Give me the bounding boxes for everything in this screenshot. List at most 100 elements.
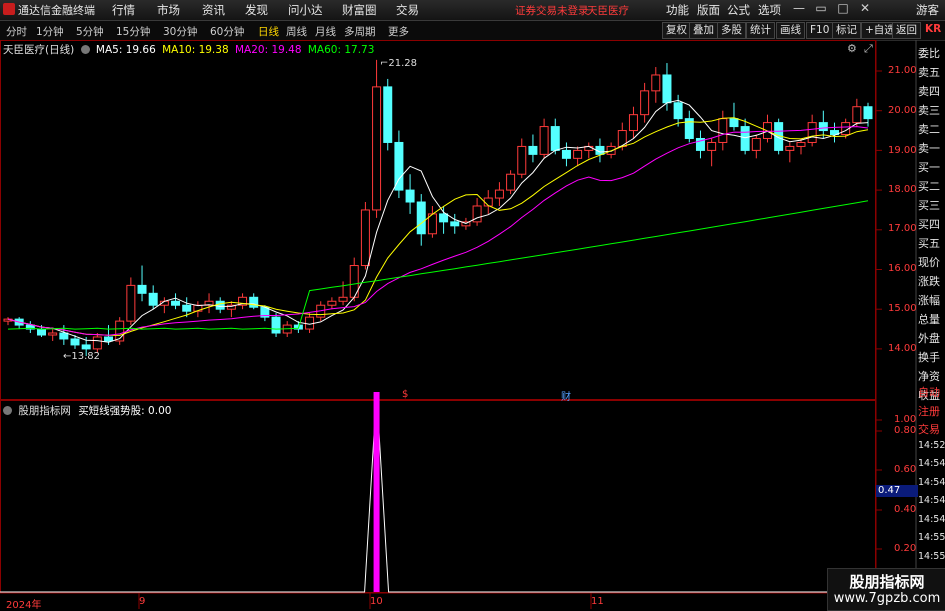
period-fenshi[interactable]: 分时 <box>6 24 27 39</box>
tool-biaoji[interactable]: 标记 <box>832 22 861 39</box>
title-bar: 通达信金融终端 行情 市场 资讯 发现 问小达 财富圈 交易 证券交易未登录 天… <box>0 0 945 21</box>
indicator-settings-dot-icon[interactable] <box>3 406 12 415</box>
menu-zixun[interactable]: 资讯 <box>202 2 225 18</box>
candle-body <box>416 201 426 235</box>
period-daily[interactable]: 日线 <box>258 24 279 39</box>
candle-body <box>651 74 661 92</box>
date-label-9: 9 <box>139 596 146 607</box>
candle-body <box>595 145 605 155</box>
indicator-tick-label: 1.00 <box>894 414 917 425</box>
candle-body <box>829 130 839 136</box>
stock-title: 天臣医疗(日线) <box>3 44 75 56</box>
price-tick-label: 16.00 <box>888 263 917 274</box>
candle-body <box>617 130 627 147</box>
candle-body <box>640 90 650 116</box>
menu-caifuquan[interactable]: 财富圈 <box>342 2 377 18</box>
chart-settings-icon[interactable]: ⚙ <box>847 42 857 55</box>
quote-field-label: 换手 <box>918 351 940 364</box>
period-30min[interactable]: 30分钟 <box>163 24 197 39</box>
ma10-label: MA10: 19.38 <box>162 44 229 56</box>
menu-jiaoyi[interactable]: 交易 <box>396 2 419 18</box>
candle-body <box>394 141 404 191</box>
indicator-tick-label: 0.80 <box>894 425 917 436</box>
indicator-tick-label: 0.20 <box>894 543 917 554</box>
tool-duogu[interactable]: 多股 <box>717 22 746 39</box>
indicator-signal-bar <box>373 392 380 592</box>
candle-body <box>59 332 69 340</box>
menu-hangqing[interactable]: 行情 <box>112 2 135 18</box>
high-price-annotation: ⌐21.28 <box>380 58 418 69</box>
restore-icon[interactable]: ▭ <box>812 1 830 15</box>
quote-field-label: 买三 <box>918 199 940 212</box>
candle-body <box>182 304 192 312</box>
menu-gongneng[interactable]: 功能 <box>666 2 689 18</box>
current-stock-name: 天臣医疗 <box>587 5 629 17</box>
candle-body <box>528 145 538 155</box>
menu-wenxiaoda[interactable]: 问小达 <box>288 2 323 18</box>
low-price-annotation: ←13.82 <box>63 351 101 362</box>
side-panel-label[interactable]: 自动 <box>918 384 945 400</box>
guest-user[interactable]: 游客 <box>916 2 939 18</box>
event-marker-s[interactable]: $ <box>402 389 408 400</box>
menu-gongshi[interactable]: 公式 <box>727 2 750 18</box>
candle-body <box>506 173 516 191</box>
candle-body <box>338 296 348 302</box>
price-tick-label: 21.00 <box>888 65 917 76</box>
tool-huaxian[interactable]: 画线 <box>776 22 805 39</box>
tool-f10[interactable]: F10 <box>806 22 834 39</box>
candle-body <box>37 328 47 336</box>
candle-body <box>707 141 717 151</box>
menu-faxian[interactable]: 发现 <box>245 2 268 18</box>
period-more[interactable]: 更多 <box>388 24 409 39</box>
login-status: 证券交易未登录 <box>515 5 589 17</box>
date-label-11: 11 <box>591 596 604 607</box>
period-1min[interactable]: 1分钟 <box>36 24 64 39</box>
candle-body <box>606 145 616 155</box>
tick-time-label: 14:55 <box>918 532 945 543</box>
close-icon[interactable]: ✕ <box>856 1 874 15</box>
side-panel-label[interactable]: 交易 <box>918 421 945 437</box>
indicator-legend: 股朋指标网 买短线强势股: 0.00 <box>3 403 171 418</box>
tick-time-label: 14:54 <box>918 513 945 525</box>
quote-field-label: 涨幅 <box>918 294 940 307</box>
period-60min[interactable]: 60分钟 <box>210 24 244 39</box>
candle-body <box>841 122 851 136</box>
candle-body <box>762 122 772 139</box>
period-5min[interactable]: 5分钟 <box>76 24 104 39</box>
candle-body <box>193 304 203 312</box>
period-weekly[interactable]: 周线 <box>286 24 307 39</box>
candle-body <box>494 189 504 199</box>
price-tick-label: 19.00 <box>888 145 917 156</box>
event-marker-cai[interactable]: 财 <box>561 388 571 403</box>
menu-banmian[interactable]: 版面 <box>697 2 720 18</box>
candle-body <box>796 141 806 147</box>
candle-body <box>695 137 705 151</box>
candle-body <box>215 300 225 310</box>
tool-diejia[interactable]: 叠加 <box>689 22 718 39</box>
price-tick-label: 18.00 <box>888 184 917 195</box>
period-monthly[interactable]: 月线 <box>315 24 336 39</box>
chart-expand-icon[interactable]: ⤢ <box>864 42 873 56</box>
side-panel-label[interactable]: 注册 <box>918 403 945 419</box>
candle-body <box>293 324 303 330</box>
tick-time-label: 14:52 <box>918 439 945 451</box>
quote-field-label: 卖五 <box>918 66 940 79</box>
price-tick-label: 14.00 <box>888 343 917 354</box>
minimize-icon[interactable]: — <box>790 1 808 15</box>
price-tick-label: 20.00 <box>888 105 917 116</box>
app-title: 通达信金融终端 <box>18 4 95 17</box>
settings-dot-icon[interactable] <box>80 45 90 54</box>
app-logo-icon <box>3 3 15 15</box>
maximize-icon[interactable]: □ <box>834 1 852 15</box>
period-multi[interactable]: 多周期 <box>344 24 376 39</box>
indicator-current-value: 0.47 <box>876 485 918 497</box>
tool-back[interactable]: 返回 <box>892 22 921 39</box>
tool-fuquan[interactable]: 复权 <box>662 22 691 39</box>
period-15min[interactable]: 15分钟 <box>116 24 150 39</box>
tool-tongji[interactable]: 统计 <box>746 22 775 39</box>
quote-field-label: 外盘 <box>918 332 940 345</box>
candle-body <box>137 284 147 294</box>
menu-xuanxiang[interactable]: 选项 <box>758 2 781 18</box>
candle-body <box>740 126 750 151</box>
menu-shichang[interactable]: 市场 <box>157 2 180 18</box>
